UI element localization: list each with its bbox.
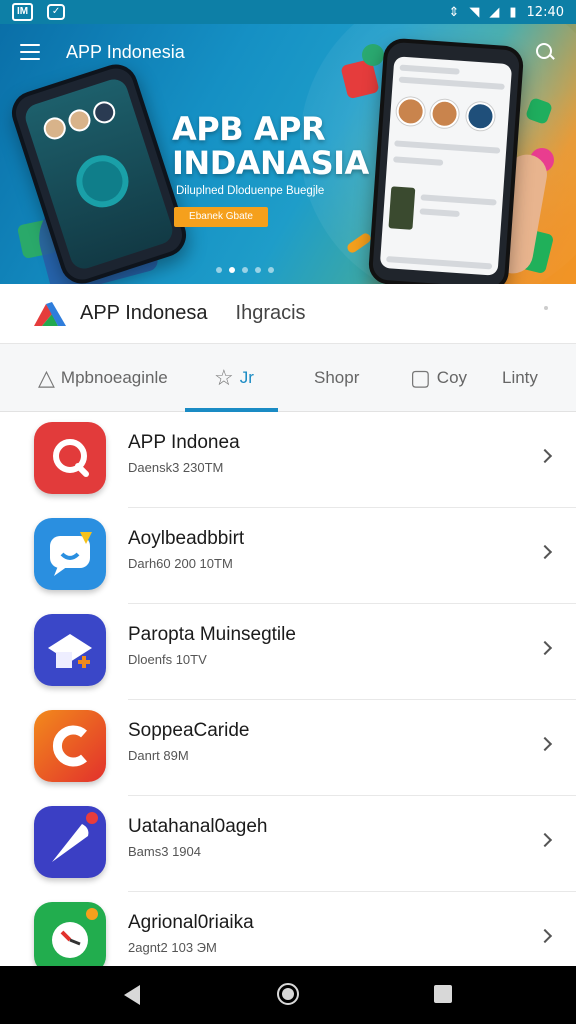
app-meta: Bams3 1904 bbox=[128, 844, 201, 859]
carousel-dot[interactable] bbox=[216, 267, 222, 273]
signal-icon: ◢ bbox=[489, 4, 500, 20]
pen-app-icon bbox=[34, 806, 106, 878]
carousel-dot[interactable] bbox=[255, 267, 261, 273]
brand-tagline: Ihgracis bbox=[235, 302, 306, 324]
search-icon[interactable] bbox=[534, 41, 556, 63]
top-app-bar: APP Indonesia bbox=[0, 24, 576, 80]
chevron-right-icon bbox=[537, 928, 553, 944]
tab-mpbnoeaginle[interactable]: △ Mpbnoeaginle bbox=[38, 344, 168, 412]
tab-label: Coy bbox=[436, 368, 468, 387]
chevron-right-icon bbox=[537, 832, 553, 848]
chevron-right-icon bbox=[537, 736, 553, 752]
recent-apps-icon[interactable] bbox=[434, 985, 452, 1003]
menu-icon[interactable] bbox=[20, 44, 40, 60]
tab-label: Linty bbox=[502, 368, 538, 387]
app-meta: Darh60 200 10TM bbox=[128, 556, 233, 571]
status-time: 12:40 bbox=[526, 4, 564, 20]
hero-cta-button[interactable]: Ebanek Gbate bbox=[174, 207, 268, 227]
more-dot-icon[interactable] bbox=[544, 306, 548, 310]
category-tabs: △ Mpbnoeaginle ☆ Jr Shopr ▢ Coy Linty bbox=[0, 344, 576, 412]
system-nav-bar bbox=[0, 966, 576, 1024]
list-item[interactable]: APP Indonea Daensk3 230TM bbox=[0, 412, 576, 508]
back-icon[interactable] bbox=[124, 985, 140, 1005]
search-app-icon bbox=[34, 422, 106, 494]
app-name: SoppeaCaride bbox=[128, 720, 250, 741]
tab-label: Mpbnoeaginle bbox=[60, 368, 168, 387]
tab-coy[interactable]: ▢ Coy bbox=[410, 344, 467, 412]
carousel-dot[interactable] bbox=[242, 267, 248, 273]
alert-triangle-icon: △ bbox=[38, 365, 55, 390]
app-name: Aoylbeadbbirt bbox=[128, 528, 245, 549]
chevron-right-icon bbox=[537, 544, 553, 560]
app-name: Uatahanal0ageh bbox=[128, 816, 268, 837]
app-name: Agrional0riaika bbox=[128, 912, 254, 933]
list-item[interactable]: Uatahanal0ageh Bams3 1904 bbox=[0, 796, 576, 892]
app-name: Paropta Muinsegtile bbox=[128, 624, 296, 645]
app-meta: Daensk3 230TM bbox=[128, 460, 224, 475]
vibrate-icon: ⇕ bbox=[448, 4, 460, 20]
brand-name: APP Indonesa bbox=[80, 302, 208, 324]
brand-logo-icon bbox=[34, 301, 66, 326]
list-item[interactable]: SoppeaCaride Danrt 89M bbox=[0, 700, 576, 796]
carousel-dot[interactable] bbox=[229, 267, 235, 273]
tab-label: Jr bbox=[239, 368, 254, 387]
chat-app-icon bbox=[34, 518, 106, 590]
wifi-icon: ◥ bbox=[469, 4, 480, 20]
tab-label: Shopr bbox=[314, 368, 360, 387]
shop-app-icon bbox=[34, 710, 106, 782]
hero-subtitle: Diluplned Dloduenpe Buegjle bbox=[176, 185, 325, 197]
status-app-icon: ✓ bbox=[47, 4, 66, 20]
battery-icon: ▮ bbox=[509, 4, 517, 20]
star-icon: ☆ bbox=[214, 365, 234, 390]
chat-icon: ▢ bbox=[410, 365, 431, 390]
chevron-right-icon bbox=[537, 640, 553, 656]
clock-app-icon bbox=[34, 902, 106, 974]
hero-headline: APB APR INDANASIA bbox=[172, 110, 369, 182]
hero-banner[interactable]: APP Indonesia APB APR INDANASIA Diluplne… bbox=[0, 24, 576, 284]
tab-shopr[interactable]: Shopr bbox=[314, 344, 359, 412]
app-meta: Danrt 89M bbox=[128, 748, 189, 763]
carousel-dot[interactable] bbox=[268, 267, 274, 273]
app-bar-title: APP Indonesia bbox=[66, 41, 185, 62]
app-meta: 2agnt2 103 ЭM bbox=[128, 940, 217, 955]
home-icon[interactable] bbox=[277, 983, 299, 1005]
brand-header: APP Indonesa Ihgracis bbox=[0, 284, 576, 344]
list-item[interactable]: Paropta Muinsegtile Dloenfs 10TV bbox=[0, 604, 576, 700]
list-item[interactable]: Aoylbeadbbirt Darh60 200 10TM bbox=[0, 508, 576, 604]
app-meta: Dloenfs 10TV bbox=[128, 652, 207, 667]
status-notification-badge: IM bbox=[12, 3, 34, 21]
app-name: APP Indonea bbox=[128, 432, 240, 453]
tab-linty[interactable]: Linty bbox=[502, 344, 538, 412]
carousel-indicator bbox=[216, 267, 274, 273]
education-app-icon bbox=[34, 614, 106, 686]
status-bar: IM ✓ ⇕ ◥ ◢ ▮ 12:40 bbox=[0, 0, 576, 24]
tab-jr[interactable]: ☆ Jr bbox=[214, 344, 254, 412]
chevron-right-icon bbox=[537, 448, 553, 464]
